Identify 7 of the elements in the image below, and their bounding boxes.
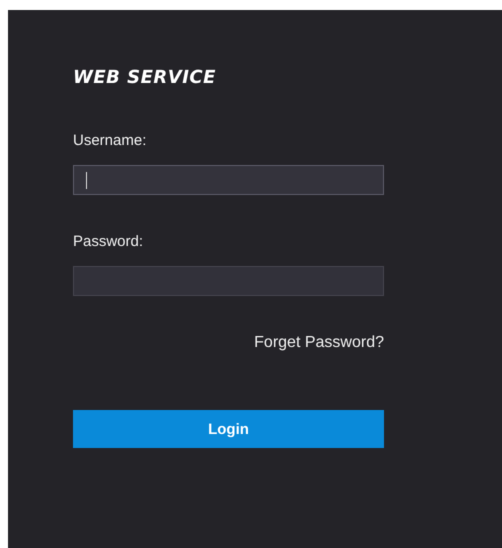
app-title: WEB SERVICE (73, 67, 217, 88)
field-label: Password: (73, 233, 144, 250)
field-label: Username: (73, 132, 148, 149)
login-button[interactable]: Login (73, 410, 384, 448)
input-field[interactable] (73, 165, 384, 195)
input-field[interactable] (73, 266, 384, 296)
forgot-password-link[interactable]: Forget Password? (254, 334, 384, 352)
